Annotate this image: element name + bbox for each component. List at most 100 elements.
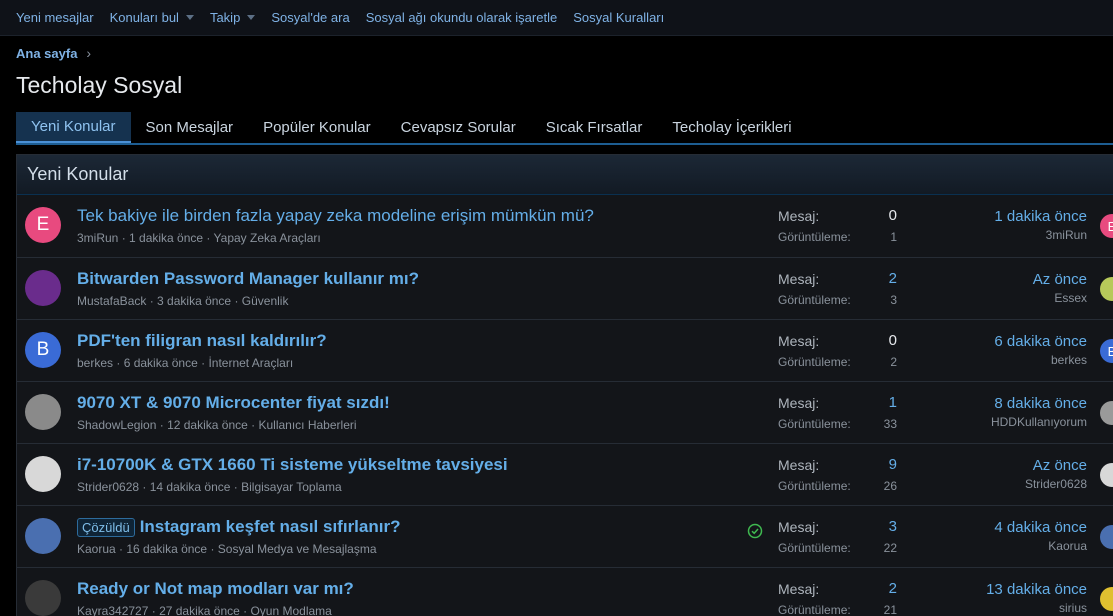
- thread-title-line: PDF'ten filigran nasıl kaldırılır?: [77, 331, 327, 351]
- thread-start-time[interactable]: 16 dakika önce: [126, 542, 207, 556]
- messages-label: Mesaj:: [778, 581, 820, 597]
- views-count: 22: [883, 541, 897, 555]
- last-post-time-link[interactable]: 6 dakika önce: [994, 333, 1087, 350]
- last-post-time-link[interactable]: Az önce: [1033, 271, 1087, 288]
- avatar[interactable]: [25, 456, 61, 492]
- thread-title-line: 9070 XT & 9070 Microcenter fiyat sızdı!: [77, 393, 390, 413]
- avatar[interactable]: [25, 394, 61, 430]
- nav-item-label: Sosyal'de ara: [271, 10, 350, 25]
- last-post-user-link[interactable]: Strider0628: [1025, 477, 1087, 491]
- thread-author-link[interactable]: Strider0628: [77, 480, 139, 494]
- last-post-user-link[interactable]: HDDKullanıyorum: [991, 415, 1087, 429]
- nav-item-3[interactable]: Sosyal'de ara: [263, 10, 357, 25]
- last-poster-avatar[interactable]: [1100, 401, 1113, 425]
- thread-title-link[interactable]: Ready or Not map modları var mı?: [77, 579, 354, 599]
- last-poster-avatar[interactable]: E: [1100, 214, 1113, 238]
- solved-prefix-badge[interactable]: Çözüldü: [77, 517, 135, 537]
- thread-title-link[interactable]: Tek bakiye ile birden fazla yapay zeka m…: [77, 206, 594, 226]
- nav-item-label: Sosyal ağı okundu olarak işaretle: [365, 10, 558, 25]
- thread-title-link[interactable]: Instagram keşfet nasıl sıfırlanır?: [140, 517, 401, 537]
- thread-forum-link[interactable]: Yapay Zeka Araçları: [214, 231, 321, 245]
- views-count: 26: [883, 479, 897, 493]
- thread-meta: Kaorua · 16 dakika önce · Sosyal Medya v…: [77, 542, 377, 556]
- nav-item-label: Takip: [209, 10, 241, 25]
- tab-2[interactable]: Popüler Konular: [248, 112, 386, 143]
- thread-title-link[interactable]: 9070 XT & 9070 Microcenter fiyat sızdı!: [77, 393, 390, 413]
- meta-separator: ·: [203, 231, 214, 245]
- thread-author-link[interactable]: 3miRun: [77, 231, 118, 245]
- thread-start-time[interactable]: 14 dakika önce: [150, 480, 231, 494]
- thread-start-time[interactable]: 6 dakika önce: [124, 356, 198, 370]
- thread-forum-link[interactable]: Sosyal Medya ve Mesajlaşma: [218, 542, 377, 556]
- thread-meta: Kayra342727 · 27 dakika önce · Oyun Modl…: [77, 604, 332, 616]
- chevron-down-icon: [185, 15, 194, 20]
- thread-title-link[interactable]: i7-10700K & GTX 1660 Ti sisteme yükseltm…: [77, 455, 508, 475]
- page-title: Techolay Sosyal: [16, 72, 183, 98]
- last-post-user-link[interactable]: 3miRun: [1046, 228, 1087, 242]
- thread-start-time[interactable]: 27 dakika önce: [159, 604, 240, 616]
- avatar[interactable]: E: [25, 207, 61, 243]
- messages-count: 0: [888, 207, 897, 224]
- thread-start-time[interactable]: 3 dakika önce: [157, 294, 231, 308]
- avatar[interactable]: [25, 580, 61, 616]
- last-poster-avatar[interactable]: [1100, 525, 1113, 549]
- thread-start-time[interactable]: 1 dakika önce: [129, 231, 203, 245]
- thread-author-link[interactable]: MustafaBack: [77, 294, 146, 308]
- last-post-time-link[interactable]: Az önce: [1033, 457, 1087, 474]
- thread-row: i7-10700K & GTX 1660 Ti sisteme yükseltm…: [17, 443, 1113, 505]
- last-post-time-link[interactable]: 8 dakika önce: [994, 395, 1087, 412]
- breadcrumb-home-link[interactable]: Ana sayfa: [16, 46, 77, 61]
- messages-label: Mesaj:: [778, 519, 820, 535]
- thread-start-time[interactable]: 12 dakika önce: [167, 418, 248, 432]
- thread-title-line: Ready or Not map modları var mı?: [77, 579, 354, 599]
- thread-row: 9070 XT & 9070 Microcenter fiyat sızdı! S…: [17, 381, 1113, 443]
- last-post-user-link[interactable]: sirius: [1059, 601, 1087, 615]
- avatar[interactable]: B: [25, 332, 61, 368]
- tab-3[interactable]: Cevapsız Sorular: [386, 112, 531, 143]
- nav-item-2[interactable]: Takip: [202, 10, 263, 25]
- thread-forum-link[interactable]: İnternet Araçları: [208, 356, 293, 370]
- thread-row: B PDF'ten filigran nasıl kaldırılır? berke…: [17, 319, 1113, 381]
- nav-item-1[interactable]: Konuları bul: [102, 10, 202, 25]
- meta-separator: ·: [148, 604, 160, 616]
- meta-separator: ·: [231, 294, 242, 308]
- thread-meta: MustafaBack · 3 dakika önce · Güvenlik: [77, 294, 288, 308]
- views-count: 33: [883, 417, 897, 431]
- tab-4[interactable]: Sıcak Fırsatlar: [531, 112, 658, 143]
- avatar[interactable]: [25, 270, 61, 306]
- thread-author-link[interactable]: ShadowLegion: [77, 418, 156, 432]
- last-post-time-link[interactable]: 1 dakika önce: [994, 208, 1087, 225]
- tab-0[interactable]: Yeni Konular: [16, 112, 131, 143]
- last-poster-avatar[interactable]: B: [1100, 339, 1113, 363]
- nav-item-5[interactable]: Sosyal Kuralları: [565, 10, 672, 25]
- thread-title-line: Tek bakiye ile birden fazla yapay zeka m…: [77, 206, 594, 226]
- thread-forum-link[interactable]: Kullanıcı Haberleri: [258, 418, 356, 432]
- meta-separator: ·: [230, 480, 242, 494]
- last-poster-avatar[interactable]: [1100, 463, 1113, 487]
- thread-title-link[interactable]: Bitwarden Password Manager kullanır mı?: [77, 269, 419, 289]
- thread-forum-link[interactable]: Oyun Modlama: [250, 604, 331, 616]
- thread-title-link[interactable]: PDF'ten filigran nasıl kaldırılır?: [77, 331, 327, 351]
- avatar[interactable]: [25, 518, 61, 554]
- nav-item-0[interactable]: Yeni mesajlar: [8, 10, 102, 25]
- thread-row: Ready or Not map modları var mı? Kayra342…: [17, 567, 1113, 616]
- tab-1[interactable]: Son Mesajlar: [131, 112, 249, 143]
- messages-label: Mesaj:: [778, 208, 820, 224]
- meta-separator: ·: [197, 356, 209, 370]
- last-post-time-link[interactable]: 13 dakika önce: [986, 581, 1087, 598]
- last-post-user-link[interactable]: Essex: [1054, 291, 1087, 305]
- last-post-user-link[interactable]: Kaorua: [1048, 539, 1087, 553]
- last-post-time-link[interactable]: 4 dakika önce: [994, 519, 1087, 536]
- thread-author-link[interactable]: Kaorua: [77, 542, 116, 556]
- last-poster-avatar[interactable]: [1100, 587, 1113, 611]
- thread-author-link[interactable]: berkes: [77, 356, 113, 370]
- last-post-user-link[interactable]: berkes: [1051, 353, 1087, 367]
- last-poster-avatar[interactable]: [1100, 277, 1113, 301]
- meta-separator: ·: [207, 542, 218, 556]
- thread-author-link[interactable]: Kayra342727: [77, 604, 148, 616]
- thread-forum-link[interactable]: Bilgisayar Toplama: [241, 480, 342, 494]
- nav-item-4[interactable]: Sosyal ağı okundu olarak işaretle: [358, 10, 566, 25]
- tab-5[interactable]: Techolay İçerikleri: [657, 112, 806, 143]
- meta-separator: ·: [156, 418, 168, 432]
- thread-forum-link[interactable]: Güvenlik: [242, 294, 289, 308]
